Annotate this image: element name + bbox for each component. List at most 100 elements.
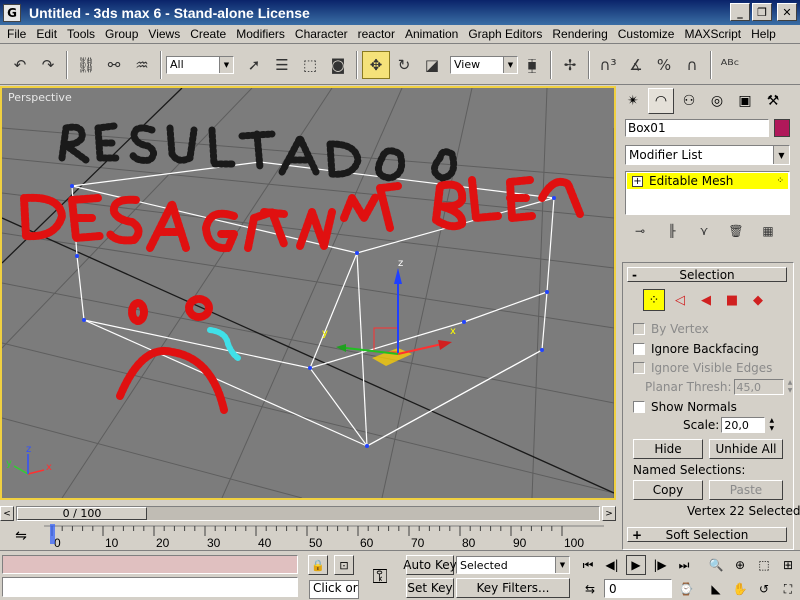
vertex[interactable] [545,290,549,294]
gizmo-y-arrow[interactable] [336,344,346,352]
modifier-stack[interactable]: + Editable Mesh ⁘ [625,171,790,215]
selection-filter-dropdown[interactable]: All ▼ [166,55,234,74]
display-tab-icon[interactable]: ▣ [732,88,758,114]
key-mode-dropdown[interactable]: Selected ▼ [456,556,570,574]
soft-selection-rollout-header[interactable]: + Soft Selection [627,527,787,542]
spinner-arrows-icon[interactable]: ▲ ▼ [786,379,795,395]
select-and-link-icon[interactable]: ⛓ [72,51,100,79]
snaps-toggle-icon[interactable]: ∩³ [594,51,622,79]
auto-key-button[interactable]: Auto Key [403,555,457,575]
select-and-move-icon[interactable]: ✥ [362,50,390,79]
open-mini-curve-editor-icon[interactable]: ⇋ [6,526,36,546]
set-key-button[interactable]: Set Key [406,578,454,598]
polygon-level-icon[interactable]: ■ [721,289,743,311]
select-by-name-icon[interactable]: ☰ [268,51,296,79]
zoom-all-icon[interactable]: ⊕ [730,555,750,575]
field-of-view-icon[interactable]: ◣ [706,579,726,599]
viewport-label[interactable]: Perspective [8,91,72,104]
menu-customize[interactable]: Customize [613,27,680,41]
menu-help[interactable]: Help [746,27,781,41]
ignore-visible-edges-checkbox[interactable]: Ignore Visible Edges [633,361,772,375]
app-icon[interactable]: G [3,3,21,22]
previous-key-icon[interactable]: ◀| [602,555,622,575]
zoom-extents-all-icon[interactable]: ⊞ [778,555,798,575]
paste-button[interactable]: Paste [709,480,783,500]
reference-coordinate-dropdown[interactable]: View ▼ [450,55,518,74]
unlink-selection-icon[interactable]: ⚯ [100,51,128,79]
modify-tab-icon[interactable]: ◠ [648,88,674,114]
vertex[interactable] [308,366,312,370]
gizmo-x-axis[interactable] [397,343,443,355]
gizmo-x-arrow[interactable] [438,340,452,350]
expand-icon[interactable]: + [632,175,643,187]
hide-button[interactable]: Hide [633,439,703,459]
gizmo-z-arrow[interactable] [394,268,402,284]
manipulate-icon[interactable]: ✢ [556,51,584,79]
time-slider-track[interactable]: 0 / 100 [16,506,600,521]
angle-snap-icon[interactable]: ∡ [622,51,650,79]
spinner-snap-icon[interactable]: ∩ [678,51,706,79]
copy-button[interactable]: Copy [633,480,703,500]
menu-character[interactable]: Character [290,27,353,41]
show-end-result-icon[interactable]: ╟ [660,221,684,241]
hierarchy-tab-icon[interactable]: ⚇ [676,88,702,114]
configure-modifier-sets-icon[interactable]: ▦ [756,221,780,241]
rectangular-selection-region-icon[interactable]: ⬚ [296,51,324,79]
make-unique-icon[interactable]: ⋎ [692,221,716,241]
modifier-list-dropdown[interactable]: Modifier List ▼ [625,145,790,165]
by-vertex-checkbox[interactable]: By Vertex [633,322,709,336]
menu-modifiers[interactable]: Modifiers [231,27,290,41]
current-frame-field[interactable]: 0 [604,579,672,598]
percent-snap-icon[interactable]: % [650,51,678,79]
motion-tab-icon[interactable]: ◎ [704,88,730,114]
close-button[interactable]: ✕ [777,3,797,21]
face-level-icon[interactable]: ◀ [695,289,717,311]
next-key-icon[interactable]: |▶ [650,555,670,575]
key-mode-toggle-icon[interactable]: ⇆ [580,579,600,599]
arc-rotate-icon[interactable]: ↺ [754,579,774,599]
go-to-end-icon[interactable]: ⏭ [674,555,694,575]
track-bar-ruler[interactable]: 0 10 20 30 40 50 60 70 80 90 100 [44,522,604,550]
scale-spinner[interactable]: 20,0 [721,417,766,433]
object-color-swatch[interactable] [774,119,790,137]
vertex[interactable] [355,251,359,255]
menu-maxscript[interactable]: MAXScript [679,27,746,41]
perspective-viewport[interactable]: Perspective z y x x y z [0,86,616,500]
use-pivot-center-icon[interactable]: ⧯ [518,51,546,79]
absolute-mode-icon[interactable]: ⊡ [334,555,354,575]
redo-icon[interactable]: ↷ [34,51,62,79]
menu-create[interactable]: Create [185,27,231,41]
menu-tools[interactable]: Tools [62,27,100,41]
object-name-field[interactable]: Box01 [625,119,769,137]
maxscript-listener-output[interactable] [2,555,298,574]
play-icon[interactable]: ▶ [626,555,646,575]
element-level-icon[interactable]: ◆ [747,289,769,311]
key-filters-button[interactable]: Key Filters... [456,578,570,598]
bind-to-space-warp-icon[interactable]: ♒ [128,51,156,79]
set-key-icon[interactable]: ⚿ [362,559,398,593]
pin-stack-icon[interactable]: ⊸ [628,221,652,241]
lock-selection-icon[interactable]: 🔒 [308,555,328,575]
time-configuration-icon[interactable]: ⌚ [676,579,696,599]
restore-button[interactable]: ❐ [752,3,772,21]
planar-thresh-spinner[interactable]: 45,0 [733,379,784,395]
title-bar[interactable]: G Untitled - 3ds max 6 - Stand-alone Lic… [0,0,800,25]
zoom-icon[interactable]: 🔍 [706,555,726,575]
maximize-viewport-icon[interactable]: ⛶ [778,579,798,599]
menu-graph-editors[interactable]: Graph Editors [463,27,547,41]
next-frame-button[interactable]: > [602,506,616,521]
menu-views[interactable]: Views [143,27,185,41]
time-slider-thumb[interactable]: 0 / 100 [17,507,147,520]
previous-frame-button[interactable]: < [0,506,14,521]
create-tab-icon[interactable]: ✴ [620,88,646,114]
minimize-button[interactable]: _ [730,3,750,21]
vertex[interactable] [82,318,86,322]
zoom-extents-icon[interactable]: ⬚ [754,555,774,575]
show-normals-checkbox[interactable]: Show Normals [633,400,737,414]
pan-view-icon[interactable]: ✋ [730,579,750,599]
menu-reactor[interactable]: reactor [353,27,400,41]
utilities-tab-icon[interactable]: ⚒ [760,88,786,114]
menu-animation[interactable]: Animation [400,27,463,41]
select-and-scale-icon[interactable]: ◪ [418,51,446,79]
menu-rendering[interactable]: Rendering [547,27,612,41]
